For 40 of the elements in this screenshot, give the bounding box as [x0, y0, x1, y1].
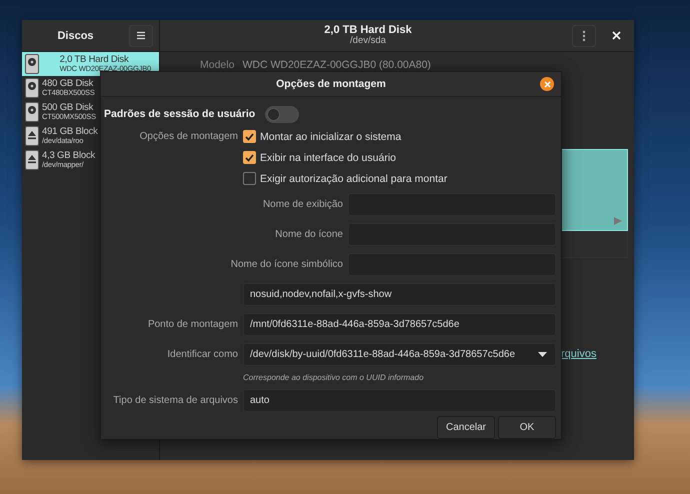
link[interactable]: rquivos — [561, 348, 596, 360]
field-label: Ponto de montagem — [148, 318, 238, 330]
checkbox-box[interactable] — [243, 130, 256, 143]
close-icon — [544, 80, 550, 88]
field-label: Nome do ícone — [275, 228, 343, 240]
dropdown-arrow-icon — [538, 352, 547, 356]
field-label: Tipo de sistema de arquivos — [113, 394, 238, 406]
close-button[interactable] — [540, 77, 554, 91]
input-field[interactable]: auto — [243, 388, 556, 412]
model-value: WDC WD20EZAZ-00GGJB0 (80.00A80) — [242, 59, 431, 71]
checkbox[interactable]: Exigir autorização adicional para montar — [243, 172, 448, 185]
eject-icon — [25, 126, 39, 146]
input-field[interactable]: /mnt/0fd6311e-88ad-446a-859a-3d78657c5d6e — [243, 312, 556, 336]
model-label: Modelo — [200, 59, 234, 71]
close-icon — [612, 31, 620, 40]
field-label: Nome de exibição — [262, 198, 343, 210]
sidebar-title: Discos — [56, 30, 95, 42]
dropdown[interactable]: /dev/disk/by-uuid/0fd6311e-88ad-446a-859a-3d78657c5d6e — [243, 342, 556, 366]
checkbox-box[interactable] — [243, 172, 256, 185]
field-label: Nome do ícone simbólico — [230, 258, 343, 270]
input-field[interactable]: nosuid,nodev,nofail,x-gvfs-show — [243, 282, 556, 306]
field-label: Opções de montagem — [140, 131, 238, 142]
checkbox-box[interactable] — [243, 151, 256, 164]
dialog-button[interactable]: Cancelar — [437, 416, 495, 439]
setting-label: Padrões de sessão de usuário — [104, 108, 256, 120]
window-title: 2,0 TB Hard Disk — [323, 24, 413, 36]
dialog-button[interactable]: OK — [498, 416, 556, 439]
toggle-switch[interactable] — [265, 106, 300, 122]
field-label: Identificar como — [167, 348, 238, 360]
more-icon — [582, 30, 586, 42]
checkbox[interactable]: Montar ao inicializar o sistema — [243, 130, 402, 143]
dialog-title: Opções de montagem — [276, 78, 386, 90]
checkbox[interactable]: Exibir na interface do usuário — [243, 151, 396, 164]
menu-icon — [136, 31, 146, 40]
more-button[interactable] — [572, 24, 596, 46]
play-icon — [614, 217, 622, 225]
eject-icon — [25, 150, 39, 170]
window-subtitle: /dev/sda — [349, 36, 387, 48]
hint-text: Corresponde ao dispositivo com o UUID informado — [243, 372, 424, 382]
menu-button[interactable] — [129, 24, 153, 46]
